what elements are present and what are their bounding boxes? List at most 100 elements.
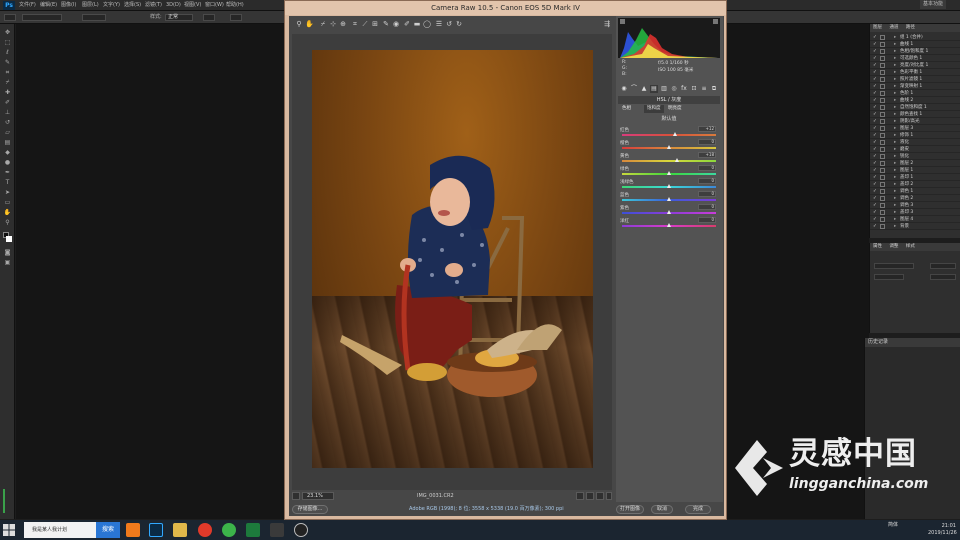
- taskbar-obs-icon[interactable]: [294, 523, 308, 537]
- hsl-slider-row[interactable]: 浅绿色 0: [618, 178, 720, 191]
- tab-luminance[interactable]: 明亮度: [668, 105, 682, 113]
- layer-row[interactable]: ✓ ▸ 图层 2: [870, 160, 960, 167]
- visibility-eye-icon[interactable]: ✓: [873, 209, 877, 216]
- layer-row[interactable]: ✓ ▸ 阴影/高光: [870, 118, 960, 125]
- group-expand-icon[interactable]: ▸: [894, 62, 896, 69]
- group-expand-icon[interactable]: ▸: [894, 174, 896, 181]
- visibility-eye-icon[interactable]: ✓: [873, 76, 877, 83]
- layer-row[interactable]: ✓ ▸ 图层 4: [870, 216, 960, 223]
- healing-brush-tool-icon[interactable]: ✚: [3, 90, 12, 96]
- visibility-eye-icon[interactable]: ✓: [873, 34, 877, 41]
- group-expand-icon[interactable]: ▸: [894, 104, 896, 111]
- crop-icon[interactable]: ⌗: [351, 20, 359, 29]
- group-expand-icon[interactable]: ▸: [894, 181, 896, 188]
- cancel-button[interactable]: 取消: [651, 505, 673, 514]
- visibility-eye-icon[interactable]: ✓: [873, 146, 877, 153]
- move-tool-icon[interactable]: ✥: [3, 30, 12, 36]
- hsl-slider-row[interactable]: 黄色 +18: [618, 152, 720, 165]
- taskbar-photoshop-icon[interactable]: [149, 523, 163, 537]
- menu-window[interactable]: 窗口(W): [205, 0, 224, 11]
- layer-row[interactable]: ✓ ▸ 液化: [870, 139, 960, 146]
- visibility-eye-icon[interactable]: ✓: [873, 174, 877, 181]
- width-input[interactable]: [203, 14, 215, 21]
- highlight-clipping-warning[interactable]: [713, 19, 718, 24]
- slider-value-input[interactable]: 0: [698, 178, 716, 184]
- blend-mode-select[interactable]: [874, 263, 914, 269]
- group-expand-icon[interactable]: ▸: [894, 55, 896, 62]
- adjustment-brush-icon[interactable]: ✐: [403, 20, 411, 29]
- red-eye-icon[interactable]: ◉: [392, 20, 400, 29]
- group-expand-icon[interactable]: ▸: [894, 111, 896, 118]
- compare-view-button[interactable]: [576, 492, 584, 500]
- visibility-eye-icon[interactable]: ✓: [873, 195, 877, 202]
- presets-icon[interactable]: ≡: [700, 85, 708, 93]
- layer-row[interactable]: ✓ ▸ 色彩平衡 1: [870, 69, 960, 76]
- rotate-left-icon[interactable]: ↺: [445, 20, 453, 29]
- slider-handle[interactable]: [667, 223, 671, 227]
- visibility-eye-icon[interactable]: ✓: [873, 202, 877, 209]
- group-expand-icon[interactable]: ▸: [894, 118, 896, 125]
- save-image-button[interactable]: 存储图像...: [292, 505, 328, 514]
- layer-row[interactable]: ✓ ▸ 图层 1: [870, 167, 960, 174]
- graduated-filter-icon[interactable]: ▬: [413, 20, 421, 29]
- straighten-icon[interactable]: ⟋: [361, 20, 369, 29]
- filmstrip-toggle-icon[interactable]: ⇶: [603, 20, 611, 29]
- open-image-button[interactable]: 打开图像: [616, 505, 644, 514]
- gradient-tool-icon[interactable]: ▤: [3, 140, 12, 146]
- group-expand-icon[interactable]: ▸: [894, 216, 896, 223]
- group-expand-icon[interactable]: ▸: [894, 125, 896, 132]
- layer-row[interactable]: ✓ ▸ 渐变映射 1: [870, 83, 960, 90]
- path-select-tool-icon[interactable]: ➤: [3, 190, 12, 196]
- camera-calibration-icon[interactable]: ⊡: [690, 85, 698, 93]
- pen-tool-icon[interactable]: ✒: [3, 170, 12, 176]
- slider-handle[interactable]: [672, 132, 677, 136]
- rectangle-tool-icon[interactable]: ▭: [3, 200, 12, 206]
- history-brush-tool-icon[interactable]: ↺: [3, 120, 12, 126]
- slider-handle[interactable]: [675, 158, 680, 162]
- layer-row[interactable]: ✓ ▸ 调色 2: [870, 195, 960, 202]
- marquee-tool-icon[interactable]: ⬚: [3, 40, 12, 46]
- zoom-icon[interactable]: ⚲: [295, 20, 303, 29]
- crop-tool-icon[interactable]: ⌗: [3, 70, 12, 76]
- workspace-switcher[interactable]: 基本功能: [920, 0, 947, 9]
- layer-row[interactable]: ✓ ▸ 修饰 1: [870, 132, 960, 139]
- tone-curve-icon[interactable]: ⌒: [630, 85, 638, 93]
- slider-track[interactable]: [622, 134, 716, 136]
- selection-mode-buttons[interactable]: [22, 14, 62, 21]
- group-expand-icon[interactable]: ▸: [894, 223, 896, 230]
- taskbar-app-icon[interactable]: [126, 523, 140, 537]
- layer-row[interactable]: ✓ ▸ 曲线 1: [870, 41, 960, 48]
- visibility-eye-icon[interactable]: ✓: [873, 62, 877, 69]
- group-expand-icon[interactable]: ▸: [894, 34, 896, 41]
- height-input[interactable]: [230, 14, 242, 21]
- hsl-slider-row[interactable]: 橙色 0: [618, 139, 720, 152]
- visibility-eye-icon[interactable]: ✓: [873, 132, 877, 139]
- background-color-swatch[interactable]: [6, 236, 12, 242]
- tab-properties[interactable]: 属性: [873, 244, 882, 249]
- slider-handle[interactable]: [667, 210, 671, 214]
- visibility-eye-icon[interactable]: ✓: [873, 69, 877, 76]
- layer-row[interactable]: ✓ ▸ 自然饱和度 1: [870, 104, 960, 111]
- taskbar-search-button[interactable]: 搜索: [96, 522, 120, 538]
- visibility-eye-icon[interactable]: ✓: [873, 97, 877, 104]
- taskbar-wechat-icon[interactable]: [246, 523, 260, 537]
- visibility-eye-icon[interactable]: ✓: [873, 125, 877, 132]
- split-toning-icon[interactable]: ▥: [660, 85, 668, 93]
- snapshots-icon[interactable]: ⧉: [710, 85, 718, 93]
- layer-row[interactable]: ✓ ▸ 调色 3: [870, 202, 960, 209]
- visibility-eye-icon[interactable]: ✓: [873, 48, 877, 55]
- clone-stamp-tool-icon[interactable]: ⊥: [3, 110, 12, 116]
- spot-removal-icon[interactable]: ✎: [382, 20, 390, 29]
- zoom-tool-icon[interactable]: ⚲: [3, 220, 12, 226]
- group-expand-icon[interactable]: ▸: [894, 48, 896, 55]
- menu-3d[interactable]: 3D(D): [166, 0, 181, 11]
- layer-row[interactable]: ✓ ▸ 锐化: [870, 153, 960, 160]
- hsl-slider-row[interactable]: 蓝色 0: [618, 191, 720, 204]
- visibility-eye-icon[interactable]: ✓: [873, 90, 877, 97]
- visibility-eye-icon[interactable]: ✓: [873, 41, 877, 48]
- layer-row[interactable]: ✓ ▸ 亮度/对比度 1: [870, 62, 960, 69]
- group-expand-icon[interactable]: ▸: [894, 160, 896, 167]
- tab-paths[interactable]: 路径: [906, 25, 915, 30]
- visibility-eye-icon[interactable]: ✓: [873, 160, 877, 167]
- eraser-tool-icon[interactable]: ▱: [3, 130, 12, 136]
